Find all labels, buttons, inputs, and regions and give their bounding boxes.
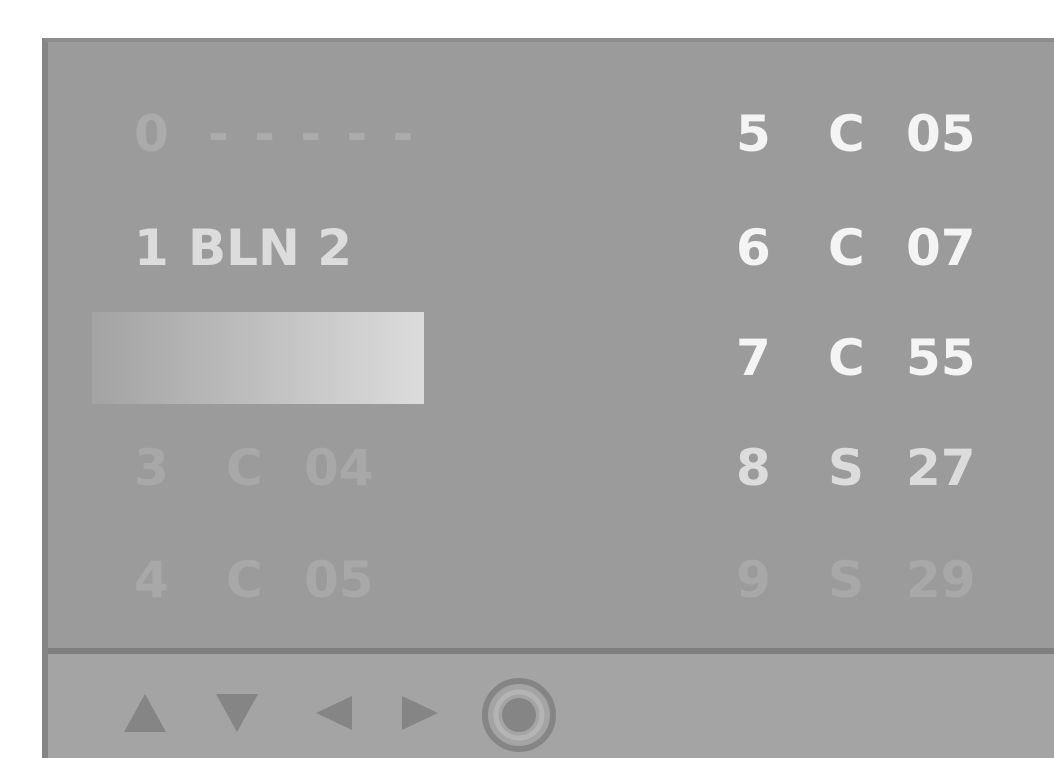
channel-row-6[interactable]: 6 C 07 [736,218,976,278]
channel-type: C [226,439,263,497]
channel-number: 3 [134,439,169,497]
channel-row-8[interactable]: 8 S 27 [736,438,976,498]
down-arrow-icon [216,694,258,732]
channel-number: 8 [736,439,771,497]
right-arrow-icon [402,696,438,730]
channel-row-1[interactable]: 1 BLN 2 [134,218,352,278]
ok-button-icon [482,678,556,752]
channel-number: 4 [134,551,169,609]
channel-number: 1 [134,219,169,277]
navigation-hint-bar [48,654,1054,758]
up-arrow-icon [124,694,166,732]
channel-type: S [828,551,865,609]
channel-type: C [828,329,865,387]
channel-name: BLN 2 [188,219,353,277]
channel-row-5[interactable]: 5 C 05 [736,104,976,164]
channel-value: 55 [906,329,976,387]
channel-number: 6 [736,219,771,277]
channel-value: 05 [906,105,976,163]
channel-number: 0 [134,105,169,163]
channel-edit-screen: 0- - - - - 1 BLN 2 3 C 04 4 C 05 5 C 05 6 C 07 7C… [42,38,1054,758]
channel-number: 5 [736,105,771,163]
channel-row-7[interactable]: 7 C 55 [736,328,976,388]
channel-type: C [226,551,263,609]
channel-type: C [828,219,865,277]
selected-channel-highlight[interactable] [92,312,424,404]
channel-number: 7 [736,329,771,387]
channel-list-panel: 0- - - - - 1 BLN 2 3 C 04 4 C 05 5 C 05 6 C 07 7C… [48,42,1054,650]
channel-value: 04 [304,439,374,497]
channel-number: 9 [736,551,771,609]
left-arrow-icon [316,696,352,730]
channel-row-3[interactable]: 3 C 04 [134,438,374,498]
channel-value: 05 [304,551,374,609]
channel-row-0[interactable]: 0 - - - - - [134,104,417,164]
channel-name: - - - - - [208,105,418,163]
channel-type: S [828,439,865,497]
channel-row-9[interactable]: 9 S 29 [736,550,976,610]
channel-row-4[interactable]: 4 C 05 [134,550,374,610]
channel-value: 29 [906,551,976,609]
channel-value: 07 [906,219,976,277]
channel-value: 27 [906,439,976,497]
channel-type: C [828,105,865,163]
